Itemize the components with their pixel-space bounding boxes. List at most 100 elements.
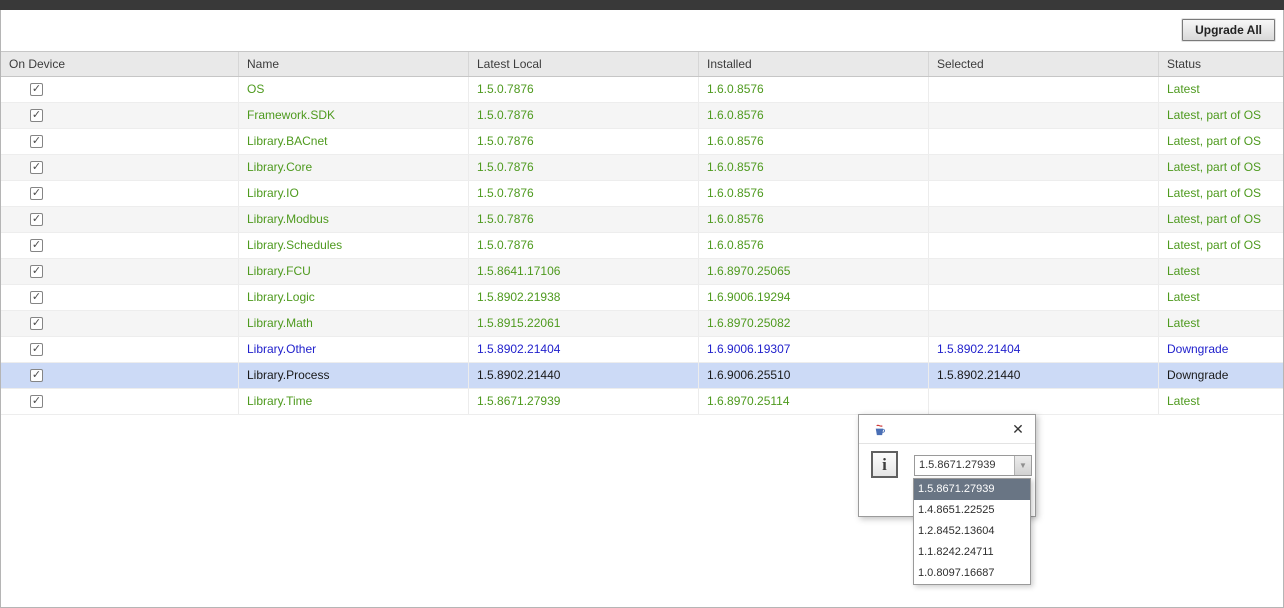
table-row[interactable]: ✓ Library.IO 1.5.0.7876 1.6.0.8576 Lates… bbox=[1, 181, 1283, 207]
cell-status: Latest, part of OS bbox=[1159, 233, 1283, 258]
cell-name: Library.Time bbox=[239, 389, 469, 414]
on-device-checkbox[interactable]: ✓ bbox=[30, 291, 43, 304]
cell-on-device: ✓ bbox=[1, 181, 239, 206]
chevron-down-icon[interactable]: ▼ bbox=[1014, 456, 1031, 475]
cell-installed: 1.6.0.8576 bbox=[699, 103, 929, 128]
table-row[interactable]: ✓ Library.Logic 1.5.8902.21938 1.6.9006.… bbox=[1, 285, 1283, 311]
on-device-checkbox[interactable]: ✓ bbox=[30, 395, 43, 408]
cell-latest-local: 1.5.8902.21440 bbox=[469, 363, 699, 388]
on-device-checkbox[interactable]: ✓ bbox=[30, 83, 43, 96]
on-device-checkbox[interactable]: ✓ bbox=[30, 239, 43, 252]
cell-on-device: ✓ bbox=[1, 103, 239, 128]
on-device-checkbox[interactable]: ✓ bbox=[30, 369, 43, 382]
version-option[interactable]: 1.2.8452.13604 bbox=[914, 521, 1030, 542]
cell-status: Downgrade bbox=[1159, 337, 1283, 362]
table-row[interactable]: ✓ Library.Time 1.5.8671.27939 1.6.8970.2… bbox=[1, 389, 1283, 415]
table-row[interactable]: ✓ Library.Other 1.5.8902.21404 1.6.9006.… bbox=[1, 337, 1283, 363]
table-row[interactable]: ✓ Library.Schedules 1.5.0.7876 1.6.0.857… bbox=[1, 233, 1283, 259]
cell-latest-local: 1.5.0.7876 bbox=[469, 129, 699, 154]
table-body: ✓ OS 1.5.0.7876 1.6.0.8576 Latest ✓ Fram… bbox=[1, 77, 1283, 415]
table-row[interactable]: ✓ Library.Modbus 1.5.0.7876 1.6.0.8576 L… bbox=[1, 207, 1283, 233]
on-device-checkbox[interactable]: ✓ bbox=[30, 161, 43, 174]
version-option[interactable]: 1.1.8242.24711 bbox=[914, 542, 1030, 563]
cell-name: Library.IO bbox=[239, 181, 469, 206]
column-header-selected[interactable]: Selected bbox=[929, 52, 1159, 76]
check-icon: ✓ bbox=[32, 188, 41, 199]
table-row[interactable]: ✓ Library.Process 1.5.8902.21440 1.6.900… bbox=[1, 363, 1283, 389]
on-device-checkbox[interactable]: ✓ bbox=[30, 317, 43, 330]
cell-latest-local: 1.5.0.7876 bbox=[469, 207, 699, 232]
cell-on-device: ✓ bbox=[1, 155, 239, 180]
check-icon: ✓ bbox=[32, 84, 41, 95]
check-icon: ✓ bbox=[32, 136, 41, 147]
window-titlebar bbox=[0, 0, 1284, 10]
cell-status: Latest, part of OS bbox=[1159, 155, 1283, 180]
cell-on-device: ✓ bbox=[1, 389, 239, 414]
cell-selected: 1.5.8902.21404 bbox=[929, 337, 1159, 362]
on-device-checkbox[interactable]: ✓ bbox=[30, 109, 43, 122]
table-row[interactable]: ✓ Framework.SDK 1.5.0.7876 1.6.0.8576 La… bbox=[1, 103, 1283, 129]
cell-status: Latest, part of OS bbox=[1159, 181, 1283, 206]
cell-selected bbox=[929, 389, 1159, 414]
version-option[interactable]: 1.0.8097.16687 bbox=[914, 563, 1030, 584]
on-device-checkbox[interactable]: ✓ bbox=[30, 213, 43, 226]
cell-name: Library.Other bbox=[239, 337, 469, 362]
cell-status: Latest bbox=[1159, 389, 1283, 414]
column-header-status[interactable]: Status bbox=[1159, 52, 1283, 76]
cell-selected bbox=[929, 77, 1159, 102]
cell-installed: 1.6.9006.19307 bbox=[699, 337, 929, 362]
table-row[interactable]: ✓ Library.FCU 1.5.8641.17106 1.6.8970.25… bbox=[1, 259, 1283, 285]
on-device-checkbox[interactable]: ✓ bbox=[30, 187, 43, 200]
column-header-name[interactable]: Name bbox=[239, 52, 469, 76]
cell-selected bbox=[929, 129, 1159, 154]
cell-latest-local: 1.5.8671.27939 bbox=[469, 389, 699, 414]
table-row[interactable]: ✓ Library.Core 1.5.0.7876 1.6.0.8576 Lat… bbox=[1, 155, 1283, 181]
column-header-on-device[interactable]: On Device bbox=[1, 52, 239, 76]
check-icon: ✓ bbox=[32, 214, 41, 225]
on-device-checkbox[interactable]: ✓ bbox=[30, 265, 43, 278]
combobox-value: 1.5.8671.27939 bbox=[915, 456, 1014, 475]
column-header-latest-local[interactable]: Latest Local bbox=[469, 52, 699, 76]
table-row[interactable]: ✓ OS 1.5.0.7876 1.6.0.8576 Latest bbox=[1, 77, 1283, 103]
cell-name: OS bbox=[239, 77, 469, 102]
cell-latest-local: 1.5.8902.21938 bbox=[469, 285, 699, 310]
cell-selected bbox=[929, 311, 1159, 336]
cell-installed: 1.6.0.8576 bbox=[699, 181, 929, 206]
table-row[interactable]: ✓ Library.BACnet 1.5.0.7876 1.6.0.8576 L… bbox=[1, 129, 1283, 155]
check-icon: ✓ bbox=[32, 162, 41, 173]
cell-status: Downgrade bbox=[1159, 363, 1283, 388]
version-combobox[interactable]: 1.5.8671.27939 ▼ bbox=[914, 455, 1032, 476]
cell-selected bbox=[929, 155, 1159, 180]
cell-on-device: ✓ bbox=[1, 337, 239, 362]
cell-name: Library.Process bbox=[239, 363, 469, 388]
main-panel: Upgrade All On Device Name Latest Local … bbox=[0, 10, 1284, 608]
on-device-checkbox[interactable]: ✓ bbox=[30, 343, 43, 356]
cell-name: Library.Math bbox=[239, 311, 469, 336]
check-icon: ✓ bbox=[32, 110, 41, 121]
column-header-installed[interactable]: Installed bbox=[699, 52, 929, 76]
table-row[interactable]: ✓ Library.Math 1.5.8915.22061 1.6.8970.2… bbox=[1, 311, 1283, 337]
cell-name: Library.Schedules bbox=[239, 233, 469, 258]
cell-name: Framework.SDK bbox=[239, 103, 469, 128]
cell-selected bbox=[929, 181, 1159, 206]
version-option[interactable]: 1.5.8671.27939 bbox=[914, 479, 1030, 500]
cell-on-device: ✓ bbox=[1, 311, 239, 336]
cell-on-device: ✓ bbox=[1, 233, 239, 258]
toolbar: Upgrade All bbox=[1, 10, 1283, 51]
cell-latest-local: 1.5.8902.21404 bbox=[469, 337, 699, 362]
close-icon[interactable]: ✕ bbox=[1009, 420, 1027, 438]
on-device-checkbox[interactable]: ✓ bbox=[30, 135, 43, 148]
dialog-titlebar: ✕ bbox=[859, 415, 1035, 444]
upgrade-all-button[interactable]: Upgrade All bbox=[1182, 19, 1275, 41]
table-header: On Device Name Latest Local Installed Se… bbox=[1, 51, 1283, 77]
info-icon: i bbox=[871, 451, 898, 478]
cell-latest-local: 1.5.0.7876 bbox=[469, 233, 699, 258]
cell-selected bbox=[929, 207, 1159, 232]
version-option[interactable]: 1.4.8651.22525 bbox=[914, 500, 1030, 521]
cell-on-device: ✓ bbox=[1, 259, 239, 284]
cell-installed: 1.6.0.8576 bbox=[699, 77, 929, 102]
cell-status: Latest, part of OS bbox=[1159, 129, 1283, 154]
cell-latest-local: 1.5.0.7876 bbox=[469, 103, 699, 128]
cell-status: Latest, part of OS bbox=[1159, 103, 1283, 128]
cell-selected bbox=[929, 259, 1159, 284]
